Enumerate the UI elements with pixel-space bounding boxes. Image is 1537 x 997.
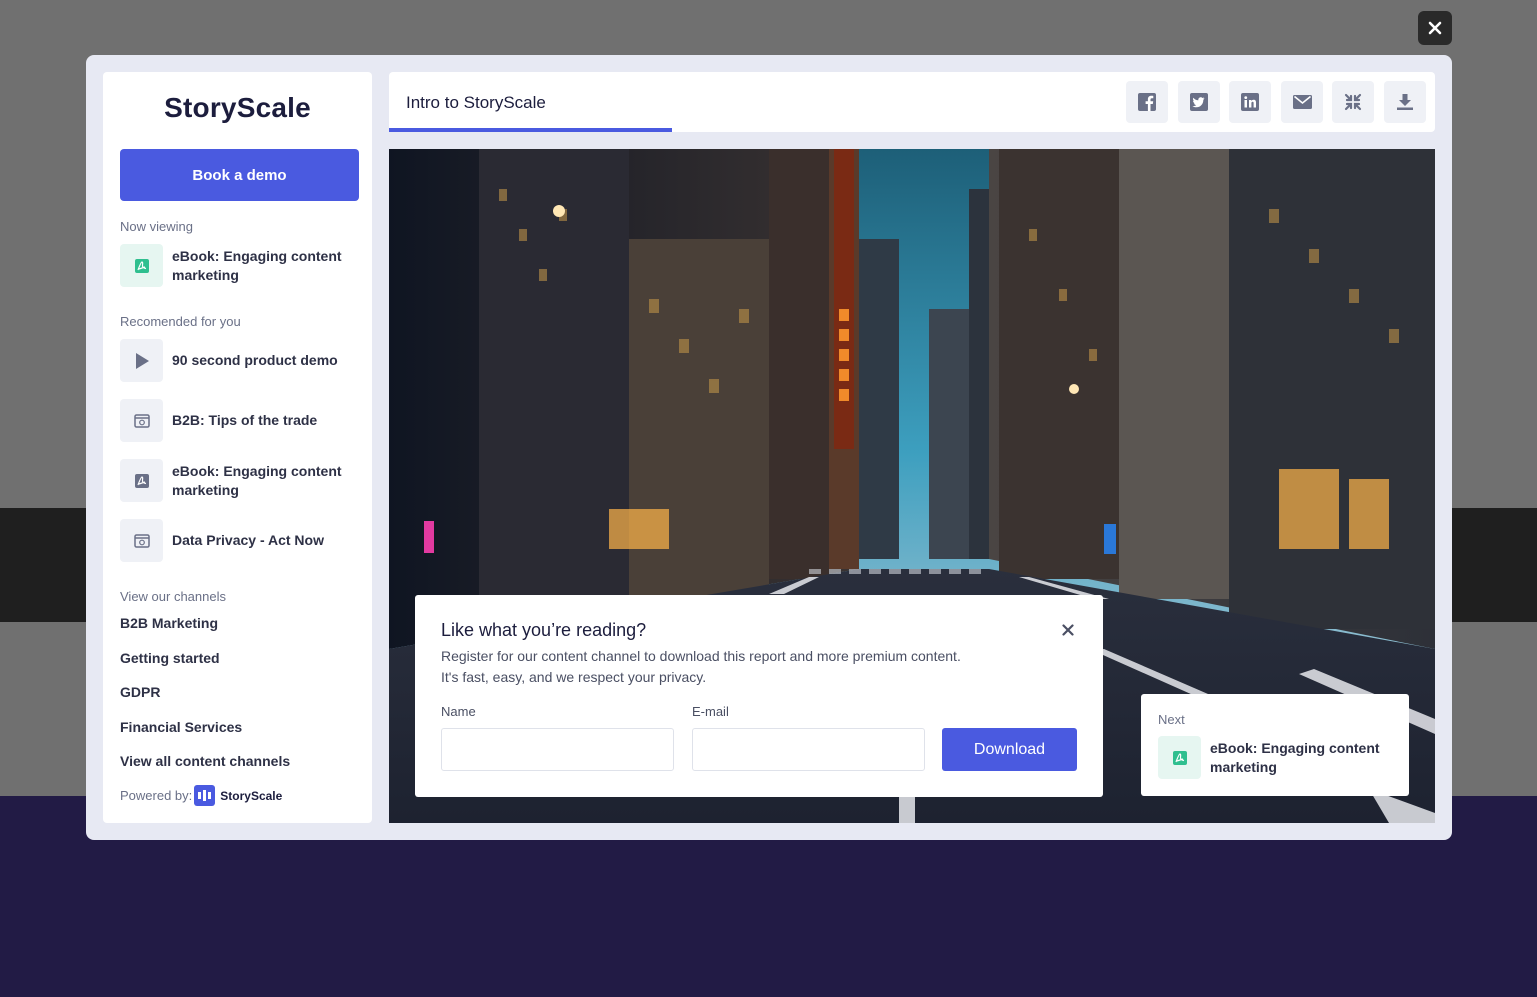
download-button[interactable] bbox=[1384, 81, 1426, 123]
share-linkedin-button[interactable] bbox=[1229, 81, 1271, 123]
recommended-item[interactable]: Data Privacy - Act Now bbox=[120, 519, 360, 562]
now-viewing-item[interactable]: eBook: Engaging content marketing bbox=[120, 244, 360, 287]
fullscreen-icon bbox=[1344, 93, 1362, 111]
close-dialog-button[interactable] bbox=[1058, 620, 1078, 640]
facebook-icon bbox=[1138, 93, 1156, 111]
next-content-card[interactable]: Next eBook: Engaging content marketing bbox=[1141, 694, 1409, 796]
linkedin-icon bbox=[1241, 93, 1259, 111]
pdf-icon bbox=[120, 244, 163, 287]
recommended-item[interactable]: eBook: Engaging content marketing bbox=[120, 459, 360, 502]
storyscale-logo: StoryScale bbox=[164, 92, 311, 123]
recommended-item-title: Data Privacy - Act Now bbox=[172, 532, 324, 548]
next-item: eBook: Engaging content marketing bbox=[1158, 736, 1400, 779]
sidebar: StoryScale Book a demo Now viewing eBook… bbox=[103, 72, 372, 823]
powered-by-brand: StoryScale bbox=[220, 788, 283, 803]
close-icon bbox=[1062, 624, 1074, 636]
book-demo-button[interactable]: Book a demo bbox=[120, 149, 359, 201]
pdf-icon bbox=[120, 459, 163, 502]
channel-link-getting-started[interactable]: Getting started bbox=[120, 650, 220, 666]
channel-link-financial-services[interactable]: Financial Services bbox=[120, 719, 242, 735]
fullscreen-button[interactable] bbox=[1332, 81, 1374, 123]
close-overlay-button[interactable] bbox=[1418, 11, 1452, 45]
email-icon bbox=[1292, 95, 1312, 109]
recommended-item-title: eBook: Engaging content marketing bbox=[172, 462, 342, 498]
name-field[interactable] bbox=[441, 728, 674, 771]
recommended-label: Recomended for you bbox=[120, 314, 241, 329]
play-icon bbox=[120, 339, 163, 382]
viewer-header: Intro to StoryScale bbox=[389, 72, 1435, 132]
recommended-item[interactable]: B2B: Tips of the trade bbox=[120, 399, 360, 442]
name-field-label: Name bbox=[441, 704, 476, 719]
next-item-title: eBook: Engaging content marketing bbox=[1210, 739, 1380, 775]
powered-by-label: Powered by: bbox=[120, 788, 193, 803]
email-field-label: E-mail bbox=[692, 704, 729, 719]
pdf-icon bbox=[1158, 736, 1201, 779]
powered-by[interactable]: Powered by: StoryScale bbox=[120, 785, 282, 806]
recommended-item-title: B2B: Tips of the trade bbox=[172, 412, 318, 428]
next-label: Next bbox=[1158, 712, 1185, 727]
now-viewing-title: eBook: Engaging content marketing bbox=[172, 247, 342, 283]
channels-label: View our channels bbox=[120, 589, 226, 604]
title-underline bbox=[389, 128, 672, 132]
share-twitter-button[interactable] bbox=[1178, 81, 1220, 123]
channel-link-gdpr[interactable]: GDPR bbox=[120, 684, 160, 700]
share-facebook-button[interactable] bbox=[1126, 81, 1168, 123]
register-dialog-line-1: Register for our content channel to down… bbox=[441, 648, 961, 664]
download-submit-button[interactable]: Download bbox=[942, 728, 1077, 771]
recommended-item[interactable]: 90 second product demo bbox=[120, 339, 360, 382]
register-dialog: Like what you’re reading? Register for o… bbox=[415, 595, 1103, 797]
channel-link-b2b-marketing[interactable]: B2B Marketing bbox=[120, 615, 218, 631]
content-title: Intro to StoryScale bbox=[406, 93, 546, 112]
register-dialog-message: Register for our content channel to down… bbox=[441, 646, 1021, 688]
view-all-channels-link[interactable]: View all content channels bbox=[120, 753, 290, 769]
share-email-button[interactable] bbox=[1281, 81, 1323, 123]
twitter-icon bbox=[1190, 93, 1208, 111]
web-page-icon bbox=[120, 519, 163, 562]
close-icon bbox=[1428, 21, 1442, 35]
web-page-icon bbox=[120, 399, 163, 442]
recommended-item-title: 90 second product demo bbox=[172, 352, 338, 368]
content-preview-image: Like what you’re reading? Register for o… bbox=[389, 149, 1435, 823]
storyscale-mark-icon bbox=[194, 785, 216, 806]
register-dialog-title: Like what you’re reading? bbox=[441, 620, 647, 640]
now-viewing-label: Now viewing bbox=[120, 219, 193, 234]
email-field[interactable] bbox=[692, 728, 925, 771]
content-viewer-modal: StoryScale Book a demo Now viewing eBook… bbox=[86, 55, 1452, 840]
download-icon bbox=[1397, 94, 1413, 110]
register-dialog-line-2: It's fast, easy, and we respect your pri… bbox=[441, 669, 707, 685]
